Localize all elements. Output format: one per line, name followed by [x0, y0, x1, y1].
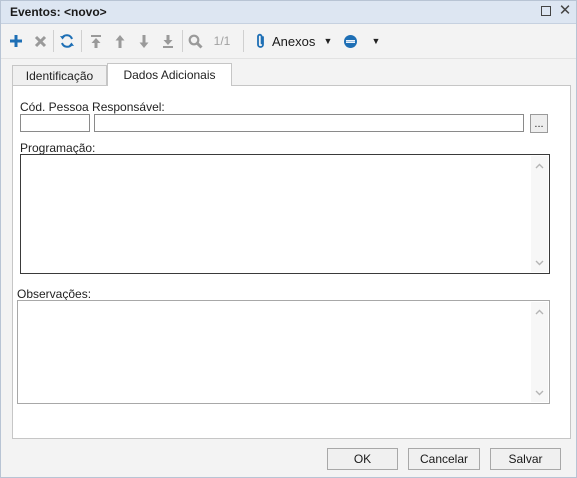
first-record-icon: [91, 34, 101, 48]
scroll-down-icon[interactable]: [534, 387, 545, 398]
event-dialog-window: Eventos: <novo> ✕ 1/1 Anexos ▼ ▼ Identif…: [0, 0, 577, 478]
last-record-icon: [163, 34, 173, 48]
tab-panel-dados-adicionais: Cód. Pessoa Responsável: ... Programação…: [12, 85, 571, 439]
add-icon: [10, 35, 22, 47]
search-icon: [188, 34, 203, 49]
status-dropdown-button[interactable]: ▼: [371, 32, 381, 50]
toolbar-separator: [81, 30, 82, 52]
tab-identificacao[interactable]: Identificação: [12, 65, 107, 85]
search-button[interactable]: [187, 32, 203, 50]
programacao-label: Programação:: [20, 141, 96, 155]
close-icon: ✕: [558, 2, 572, 19]
cod-pessoa-label: Cód. Pessoa Responsável:: [20, 100, 165, 114]
attachments-dropdown-button[interactable]: ▼: [323, 32, 333, 50]
last-record-button[interactable]: [160, 32, 176, 50]
delete-icon: [34, 35, 46, 47]
previous-record-icon: [115, 34, 125, 48]
next-record-icon: [139, 34, 149, 48]
programacao-scrollbar[interactable]: [531, 156, 548, 272]
refresh-icon: [60, 34, 74, 48]
scroll-down-icon[interactable]: [534, 257, 545, 268]
toolbar-separator: [243, 30, 244, 52]
nome-pessoa-input[interactable]: [94, 114, 524, 132]
attachments-button[interactable]: [254, 32, 268, 50]
observacoes-scrollbar[interactable]: [531, 302, 548, 402]
record-pager: 1/1: [213, 34, 231, 48]
window-title: Eventos: <novo>: [10, 5, 107, 19]
save-button[interactable]: Salvar: [490, 448, 561, 470]
search-pessoa-button[interactable]: ...: [530, 114, 548, 133]
chevron-down-icon: ▼: [371, 36, 381, 46]
toolbar-separator: [53, 30, 54, 52]
observacoes-textarea[interactable]: [17, 300, 550, 404]
previous-record-button[interactable]: [112, 32, 128, 50]
programacao-textarea[interactable]: [20, 154, 550, 274]
ok-button[interactable]: OK: [327, 448, 398, 470]
add-button[interactable]: [8, 32, 24, 50]
paperclip-icon: [257, 33, 264, 48]
toolbar-separator: [182, 30, 183, 52]
status-button[interactable]: [342, 32, 358, 50]
status-icon: [343, 34, 357, 48]
close-button[interactable]: ✕: [558, 2, 572, 19]
tab-dados-adicionais[interactable]: Dados Adicionais: [107, 63, 232, 86]
next-record-button[interactable]: [136, 32, 152, 50]
refresh-button[interactable]: [58, 32, 76, 50]
toolbar: 1/1 Anexos ▼ ▼: [1, 24, 576, 59]
observacoes-label: Observações:: [17, 287, 92, 301]
cancel-button[interactable]: Cancelar: [408, 448, 480, 470]
scroll-up-icon[interactable]: [534, 306, 545, 317]
maximize-icon: [541, 6, 551, 16]
title-bar: Eventos: <novo> ✕: [1, 1, 576, 24]
scroll-up-icon[interactable]: [534, 160, 545, 171]
attachments-label[interactable]: Anexos: [272, 32, 315, 50]
cod-pessoa-input[interactable]: [20, 114, 90, 132]
maximize-button[interactable]: [539, 4, 553, 18]
delete-button[interactable]: [32, 32, 48, 50]
first-record-button[interactable]: [88, 32, 104, 50]
chevron-down-icon: ▼: [323, 36, 333, 46]
